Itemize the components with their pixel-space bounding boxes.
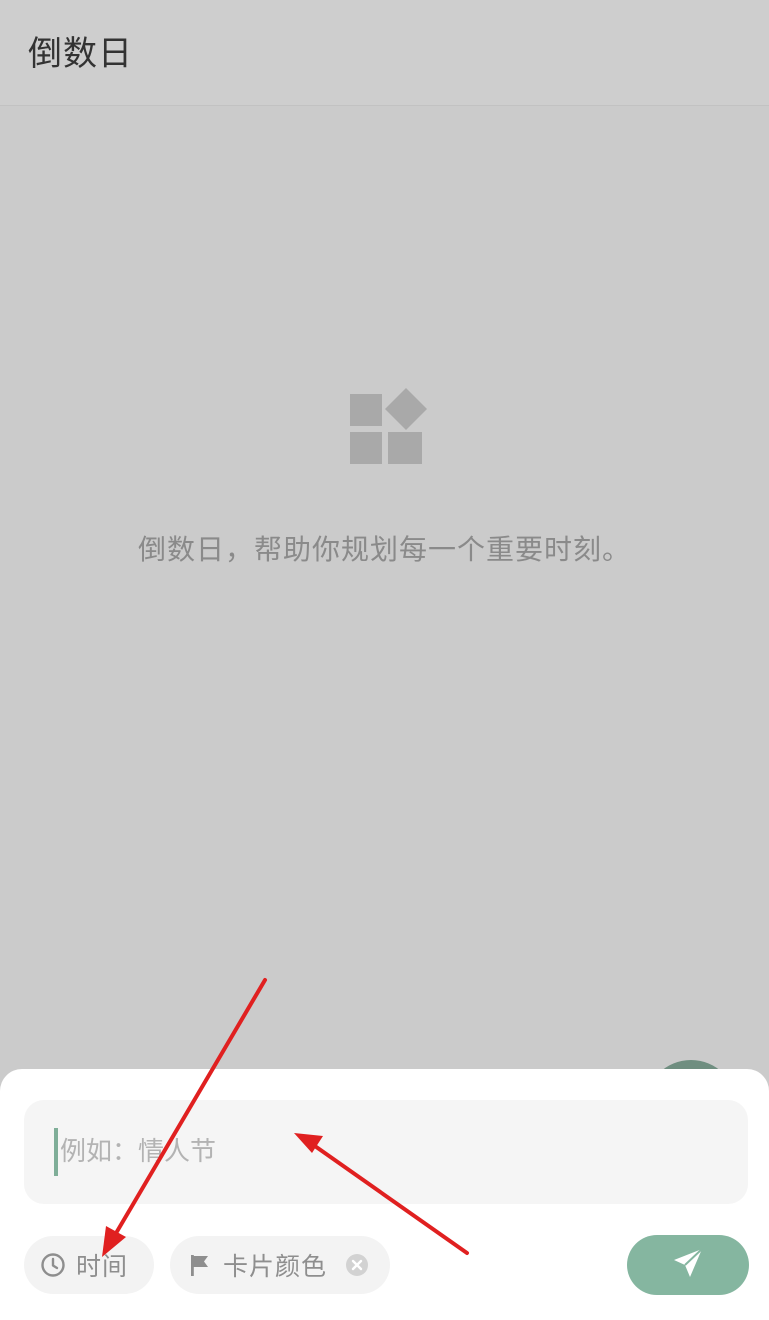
card-color-chip[interactable]: 卡片颜色 xyxy=(170,1236,390,1294)
time-chip-label: 时间 xyxy=(76,1252,129,1281)
flag-icon xyxy=(187,1252,213,1278)
card-color-chip-label: 卡片颜色 xyxy=(223,1252,328,1281)
clock-icon xyxy=(40,1252,66,1278)
empty-state-message: 倒数日，帮助你规划每一个重要时刻。 xyxy=(137,533,631,566)
screen: 倒数日 倒数日，帮助你规划每一个重要时刻。 时间 xyxy=(0,0,769,1320)
name-input[interactable] xyxy=(60,1100,730,1204)
close-circle-icon[interactable] xyxy=(345,1253,369,1277)
page-title: 倒数日 xyxy=(28,34,133,74)
add-countdown-sheet: 时间 卡片颜色 xyxy=(0,1069,769,1320)
time-chip[interactable]: 时间 xyxy=(24,1236,154,1294)
widgets-icon xyxy=(348,386,430,468)
text-caret xyxy=(54,1128,58,1176)
send-icon xyxy=(671,1246,705,1284)
app-header: 倒数日 xyxy=(0,0,769,106)
name-input-container[interactable] xyxy=(24,1100,748,1204)
send-button[interactable] xyxy=(627,1235,749,1295)
